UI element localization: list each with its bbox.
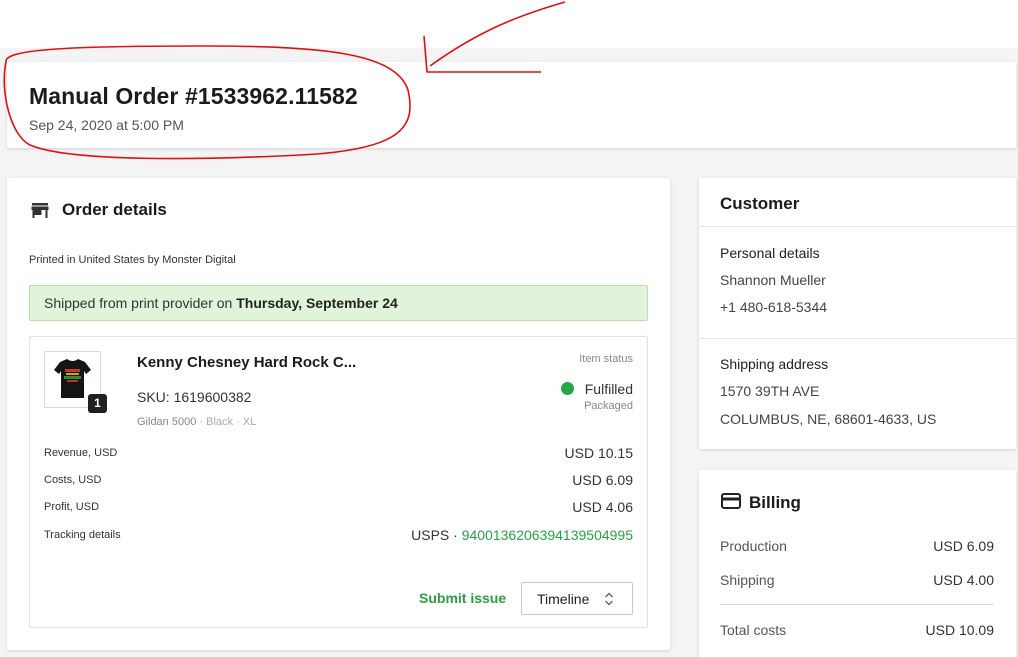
profit-label: Profit, USD <box>44 501 100 513</box>
shipped-banner-date: Thursday, September 24 <box>236 295 398 311</box>
shipping-label: Shipping <box>720 572 775 588</box>
address-line-1: 1570 39TH AVE <box>720 383 820 399</box>
shipped-banner-prefix: Shipped from print provider on <box>44 295 237 311</box>
variant-separator: · <box>233 416 243 428</box>
submit-issue-button[interactable]: Submit issue <box>419 590 506 606</box>
divider <box>720 604 994 605</box>
tracking-number-link[interactable]: 9400136206394139504995 <box>462 527 633 543</box>
product-variant: Gildan 5000 · Black · XL <box>137 416 256 428</box>
order-header-card: Manual Order #1533962.11582 Sep 24, 2020… <box>7 62 1016 148</box>
timeline-label: Timeline <box>537 590 590 607</box>
billing-card: Billing Production USD 6.09 Shipping USD… <box>699 470 1016 657</box>
customer-title: Customer <box>720 194 800 213</box>
variant-color: Black <box>206 416 234 428</box>
customer-card: Customer Personal details Shannon Muelle… <box>699 178 1016 449</box>
variant-separator: · <box>196 416 207 428</box>
costs-label: Costs, USD <box>44 474 102 486</box>
production-label: Production <box>720 538 787 554</box>
revenue-value: USD 10.15 <box>564 445 633 461</box>
revenue-label: Revenue, USD <box>44 447 118 459</box>
shipping-value: USD 4.00 <box>933 572 994 588</box>
tracking-value: USPS · 9400136206394139504995 <box>411 527 633 543</box>
chevron-up-down-icon <box>605 592 613 606</box>
item-substatus: Packaged <box>584 400 633 412</box>
order-details-card: Order details Printed in United States b… <box>7 178 670 650</box>
print-provider-text: Printed in United States by Monster Digi… <box>29 254 236 266</box>
order-details-title: Order details <box>62 200 167 219</box>
personal-details-label: Personal details <box>720 245 820 261</box>
divider <box>699 338 1016 339</box>
profit-value: USD 4.06 <box>572 499 633 515</box>
item-status-label: Item status <box>579 353 633 365</box>
variant-size: XL <box>242 416 257 428</box>
line-item: 1 Kenny Chesney Hard Rock C... SKU: 1619… <box>29 336 648 628</box>
quantity-badge: 1 <box>88 394 107 413</box>
divider <box>699 226 1016 227</box>
variant-model: Gildan 5000 <box>137 416 197 428</box>
costs-value: USD 6.09 <box>572 472 633 488</box>
customer-name: Shannon Mueller <box>720 272 826 288</box>
page-title: Manual Order #1533962.11582 <box>29 83 358 109</box>
tracking-carrier: USPS · <box>411 527 462 543</box>
product-sku: SKU: 1619600382 <box>137 389 252 405</box>
store-icon <box>31 203 49 218</box>
total-costs-value: USD 10.09 <box>925 622 994 638</box>
timeline-select[interactable]: Timeline <box>521 582 633 615</box>
item-status: Fulfilled <box>584 381 633 397</box>
shipped-banner: Shipped from print provider on Thursday,… <box>29 285 648 321</box>
shipping-address-label: Shipping address <box>720 356 829 372</box>
product-name[interactable]: Kenny Chesney Hard Rock C... <box>137 354 356 371</box>
production-value: USD 6.09 <box>933 538 994 554</box>
address-line-2: COLUMBUS, NE, 68601-4633, US <box>720 411 937 427</box>
order-date: Sep 24, 2020 at 5:00 PM <box>29 117 184 133</box>
status-dot-icon <box>561 382 574 395</box>
tracking-label: Tracking details <box>44 529 121 541</box>
total-costs-label: Total costs <box>720 622 787 638</box>
credit-card-icon <box>721 493 741 509</box>
customer-phone: +1 480-618-5344 <box>720 299 828 315</box>
billing-title: Billing <box>749 493 801 512</box>
